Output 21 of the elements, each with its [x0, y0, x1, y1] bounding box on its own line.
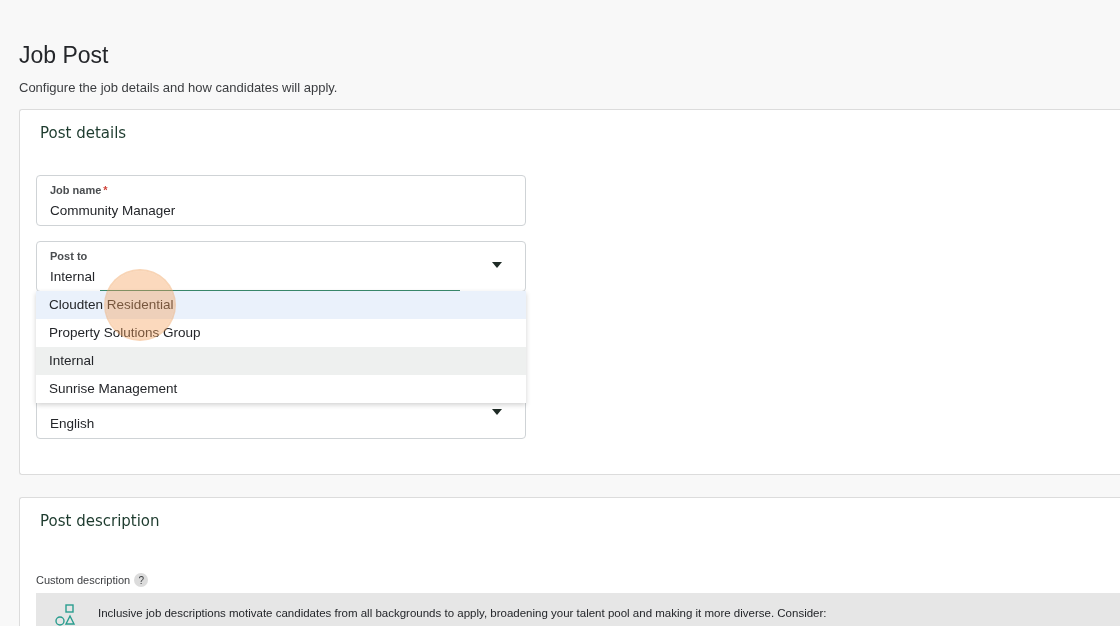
required-mark: *: [103, 184, 108, 198]
menu-option[interactable]: Internal: [36, 347, 526, 375]
field-label: Custom description: [36, 574, 131, 586]
menu-option[interactable]: Sunrise Management: [36, 375, 526, 403]
field-value: Community Manager: [50, 203, 177, 218]
help-icon[interactable]: ?: [134, 573, 149, 587]
shapes-icon: [54, 604, 78, 626]
caret-icon: [492, 262, 502, 268]
field-value: Internal: [50, 269, 97, 284]
card-title: Post details: [39, 123, 128, 144]
field-label: Post to: [50, 250, 88, 264]
caret-icon: [492, 409, 502, 415]
menu-option[interactable]: Property Solutions Group: [36, 319, 526, 347]
field-value: English: [50, 416, 96, 431]
page-subtitle: Configure the job details and how candidates will apply.: [19, 80, 339, 95]
banner-text: Inclusive job descriptions motivate candidates from all backgrounds to apply, broadening your talent pool and making it more diverse. Consider:: [98, 607, 827, 619]
card-title: Post description: [39, 511, 161, 532]
field-label: Job name: [50, 184, 102, 198]
job-name-field[interactable]: Job name * Community Manager: [36, 175, 526, 226]
menu-option[interactable]: Cloudten Residential: [36, 291, 526, 319]
page-title: Job Post: [19, 42, 110, 69]
